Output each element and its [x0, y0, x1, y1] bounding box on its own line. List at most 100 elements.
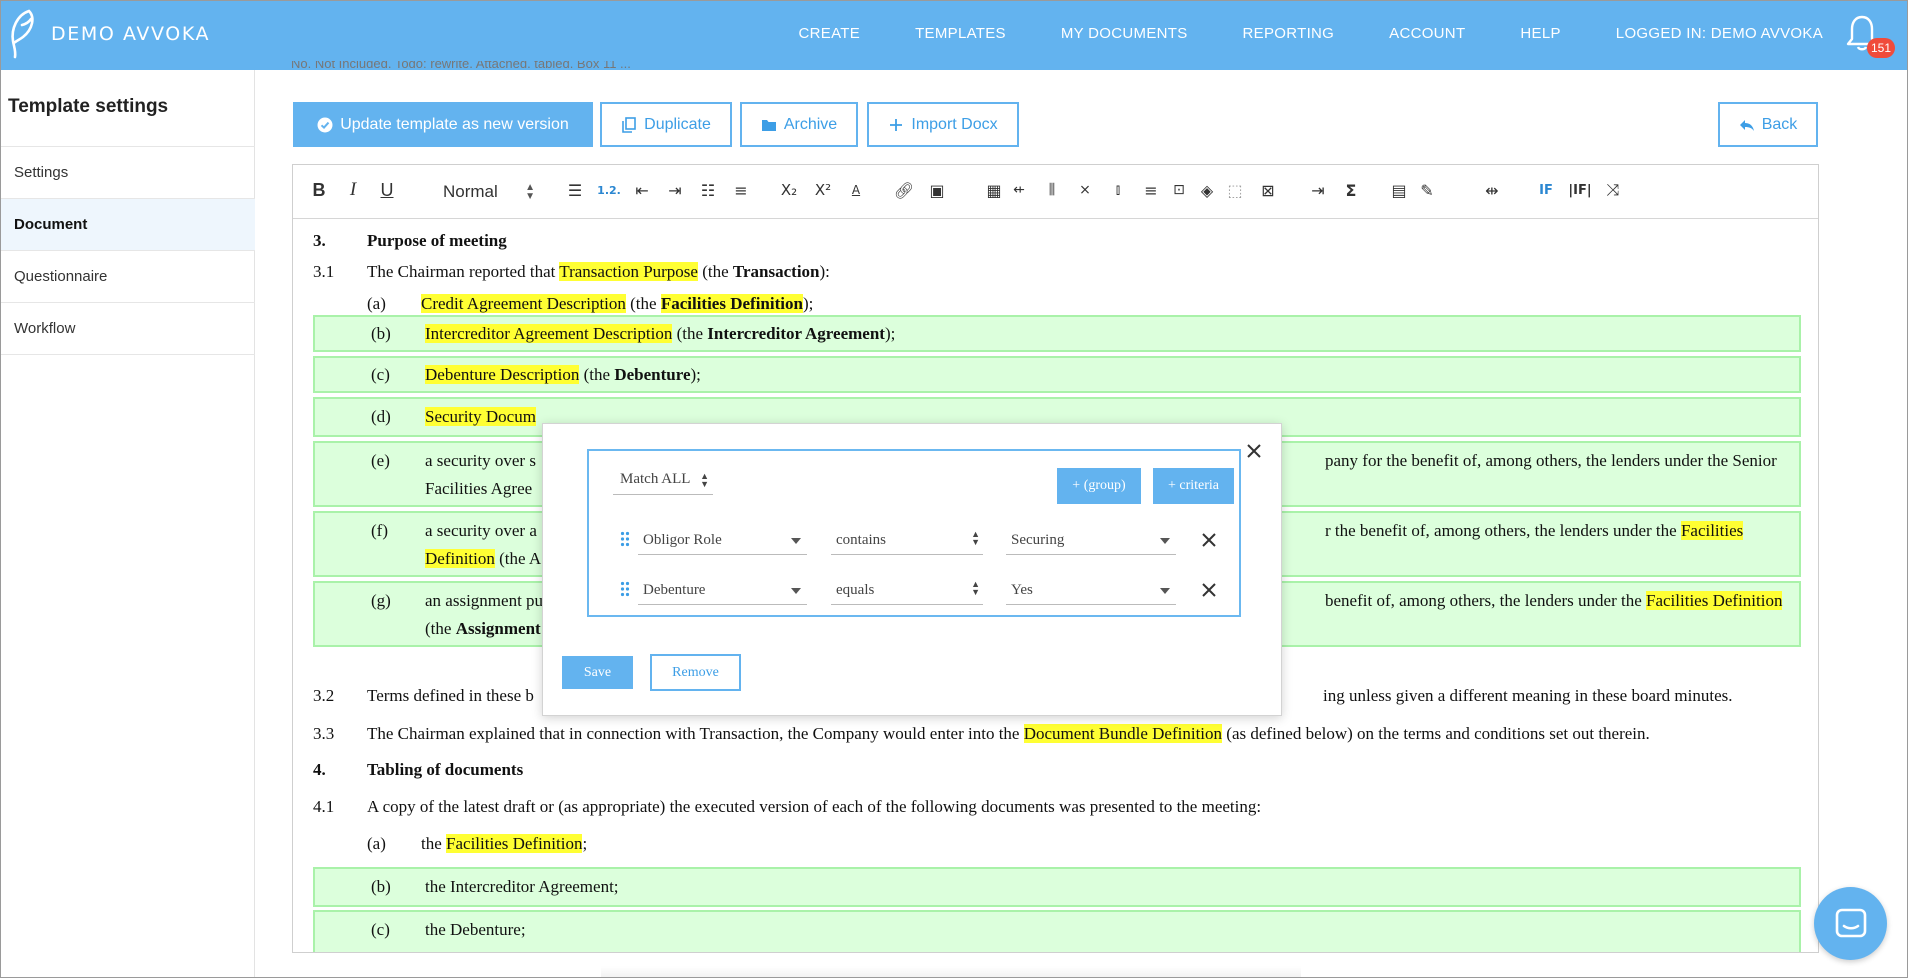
- fill-color-icon[interactable]: ◈: [1196, 179, 1218, 201]
- defined-term: Debenture: [614, 365, 691, 384]
- image-icon[interactable]: ▣: [926, 179, 948, 201]
- add-criteria-button[interactable]: + criteria: [1153, 468, 1234, 504]
- merge-cells-icon[interactable]: ⊡: [1168, 179, 1190, 201]
- crop-icon[interactable]: ⊠: [1257, 179, 1279, 201]
- sidebar-item-questionnaire[interactable]: Questionnaire: [1, 251, 255, 303]
- text-run: (the: [579, 365, 615, 384]
- condition-if-icon[interactable]: IF: [1535, 179, 1557, 201]
- drag-handle-icon[interactable]: [620, 531, 630, 547]
- remove-criteria-icon[interactable]: [1201, 582, 1217, 598]
- list-item-number: (b): [371, 877, 391, 896]
- highlighted-field[interactable]: Transaction Purpose: [559, 262, 698, 281]
- table-icon[interactable]: ▦: [983, 179, 1005, 201]
- archive-button[interactable]: Archive: [740, 102, 858, 147]
- sidebar-item-settings[interactable]: Settings: [1, 147, 255, 199]
- field-icon[interactable]: ⇥: [1307, 179, 1329, 201]
- update-template-button[interactable]: Update template as new version: [293, 102, 593, 147]
- text-run: (as defined below) on the terms and cond…: [1222, 724, 1650, 743]
- brand[interactable]: DEMO AVVOKA: [7, 7, 210, 61]
- text-style-select[interactable]: Normal ▲ ▼: [433, 181, 543, 203]
- shuffle-icon[interactable]: ⤨: [1602, 179, 1624, 201]
- delete-column-icon[interactable]: ⨯: [1074, 179, 1096, 201]
- checklist-icon[interactable]: ☷: [697, 179, 719, 201]
- conditional-block[interactable]: (b) the Intercreditor Agreement;: [313, 867, 1801, 907]
- calendar-icon[interactable]: ▤: [1388, 179, 1410, 201]
- superscript-icon[interactable]: X²: [812, 179, 834, 201]
- list-item-text: r the benefit of, among others, the lend…: [1325, 517, 1744, 545]
- subscript-icon[interactable]: X₂: [778, 179, 800, 201]
- conditional-block[interactable]: (c) Debenture Description (the Debenture…: [313, 356, 1801, 393]
- insert-column-right-icon[interactable]: ⫼: [1041, 179, 1063, 201]
- table-borders-icon[interactable]: ⬚: [1224, 179, 1246, 201]
- nav-account[interactable]: ACCOUNT: [1389, 25, 1465, 42]
- plus-icon: [890, 118, 903, 131]
- list-item-text: Intercreditor Agreement Description (the…: [425, 320, 1779, 348]
- nav-create[interactable]: CREATE: [799, 25, 861, 42]
- list-item-number: (f): [371, 521, 388, 540]
- italic-icon[interactable]: I: [342, 179, 364, 201]
- criteria-value-select[interactable]: Yes: [1006, 577, 1176, 605]
- editor-toolbar: B I U Normal ▲ ▼ ☰ 1.2. ⇤ ⇥ ☷ ≡ X₂ X² A 🔗…: [293, 165, 1818, 219]
- bullet-list-icon[interactable]: ☰: [564, 179, 586, 201]
- highlighted-field[interactable]: Intercreditor Agreement Description: [425, 324, 673, 343]
- condition-else-if-icon[interactable]: |IF|: [1568, 179, 1591, 201]
- chat-launcher-button[interactable]: [1814, 887, 1887, 960]
- highlighted-field[interactable]: Definition: [425, 549, 495, 568]
- add-group-button[interactable]: + (group): [1057, 468, 1141, 504]
- criteria-value-select[interactable]: Securing: [1006, 527, 1176, 555]
- list-item-number: (a): [367, 294, 386, 313]
- nav-help[interactable]: HELP: [1520, 25, 1560, 42]
- list-item-number: (b): [371, 324, 391, 343]
- insert-column-left-icon[interactable]: ⇷: [1008, 179, 1030, 201]
- bold-icon[interactable]: B: [308, 179, 330, 201]
- highlighted-field[interactable]: Debenture Description: [425, 365, 580, 384]
- highlighted-field[interactable]: Security Docum: [425, 407, 536, 426]
- nav-reporting[interactable]: REPORTING: [1243, 25, 1335, 42]
- text-color-icon[interactable]: A: [845, 179, 867, 201]
- match-mode-select[interactable]: Match ALL ▲ ▼: [613, 467, 713, 495]
- underline-icon[interactable]: U: [376, 179, 398, 201]
- sum-icon[interactable]: Σ: [1340, 179, 1362, 201]
- highlighted-field[interactable]: Document Bundle Definition: [1023, 724, 1223, 743]
- save-button[interactable]: Save: [562, 656, 633, 689]
- indent-icon[interactable]: ⇥: [664, 179, 686, 201]
- duplicate-button[interactable]: Duplicate: [600, 102, 732, 147]
- criteria-operator-select[interactable]: contains ▲ ▼: [831, 527, 983, 555]
- delete-row-icon[interactable]: ⫾: [1107, 179, 1129, 201]
- outdent-icon[interactable]: ⇤: [631, 179, 653, 201]
- numbered-list-icon[interactable]: 1.2.: [597, 179, 621, 201]
- link-icon[interactable]: 🔗︎: [893, 179, 915, 201]
- remove-criteria-icon[interactable]: [1201, 532, 1217, 548]
- align-icon[interactable]: ≡: [1140, 179, 1162, 201]
- highlighted-field[interactable]: Facilities Definition: [660, 294, 803, 313]
- criteria-field-select[interactable]: Obligor Role: [638, 527, 807, 555]
- highlighted-field[interactable]: Facilities Definition: [446, 834, 583, 853]
- nav-templates[interactable]: TEMPLATES: [915, 25, 1006, 42]
- close-icon[interactable]: [1246, 443, 1262, 459]
- highlighted-field[interactable]: Facilities Definition: [1646, 591, 1783, 610]
- select-arrows-icon: ▲ ▼: [525, 182, 535, 202]
- copy-icon: [622, 116, 636, 133]
- list-item-number: (a): [367, 834, 386, 853]
- back-button[interactable]: Back: [1718, 102, 1818, 147]
- criteria-field-select[interactable]: Debenture: [638, 577, 807, 605]
- chat-icon: [1835, 908, 1866, 937]
- conditional-block[interactable]: (c) the Debenture;: [313, 910, 1801, 952]
- import-docx-button[interactable]: Import Docx: [867, 102, 1019, 147]
- sidebar-item-document[interactable]: Document: [1, 199, 255, 251]
- remove-button[interactable]: Remove: [650, 654, 741, 691]
- criteria-operator-select[interactable]: equals ▲ ▼: [831, 577, 983, 605]
- page-break-icon[interactable]: ⇹: [1481, 179, 1503, 201]
- list-item-text: the Intercreditor Agreement;: [425, 877, 619, 896]
- align-left-icon[interactable]: ≡: [730, 179, 752, 201]
- logged-in-user[interactable]: LOGGED IN: DEMO AVVOKA: [1616, 25, 1823, 42]
- signature-icon[interactable]: ✎: [1416, 179, 1438, 201]
- criteria-row: Obligor Role contains ▲ ▼ Securing: [589, 527, 1243, 557]
- text-run: ):: [819, 262, 830, 281]
- conditional-block[interactable]: (b) Intercreditor Agreement Description …: [313, 315, 1801, 352]
- sidebar-item-workflow[interactable]: Workflow: [1, 303, 255, 355]
- drag-handle-icon[interactable]: [620, 581, 630, 597]
- highlighted-field[interactable]: Credit Agreement Description: [421, 294, 626, 313]
- nav-my-documents[interactable]: MY DOCUMENTS: [1061, 25, 1188, 42]
- highlighted-field[interactable]: Facilities: [1680, 521, 1744, 540]
